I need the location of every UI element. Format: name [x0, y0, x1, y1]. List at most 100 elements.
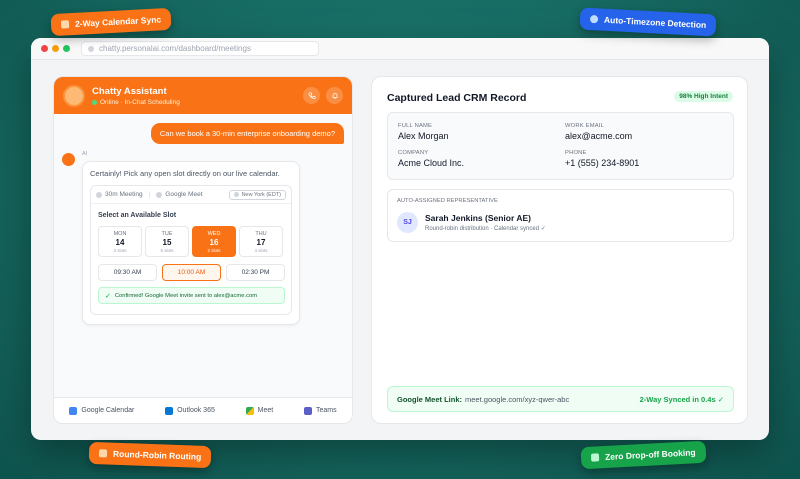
- integration-label: Outlook 365: [177, 407, 215, 414]
- call-button[interactable]: [303, 87, 320, 104]
- chat-title: Chatty Assistant: [92, 85, 167, 97]
- field-value: alex@acme.com: [565, 131, 633, 141]
- timezone-selector[interactable]: New York (EDT): [228, 189, 286, 200]
- integration-meet[interactable]: Meet: [245, 406, 274, 415]
- chat-panel: Chatty Assistant Online · In-Chat Schedu…: [53, 76, 353, 424]
- time-picker: 09:30 AM 10:00 AM 02:30 PM: [98, 264, 290, 281]
- crm-panel: Captured Lead CRM Record 98% High Intent…: [371, 76, 748, 424]
- globe-icon: [233, 192, 239, 197]
- ai-message: Certainly! Pick any open slot directly o…: [90, 169, 280, 178]
- maximize-window-icon[interactable]: [63, 45, 70, 52]
- integration-label: Meet: [257, 407, 274, 414]
- minimize-window-icon[interactable]: [52, 45, 59, 52]
- field-company: COMPANY Acme Cloud Inc.: [398, 150, 464, 168]
- field-phone: PHONE +1 (555) 234-8901: [565, 150, 639, 168]
- lock-icon: [88, 45, 94, 52]
- address-bar[interactable]: chatty.personalai.com/dashboard/meetings: [81, 41, 319, 56]
- users-icon: [98, 449, 108, 458]
- rep-label: AUTO-ASSIGNED REPRESENTATIVE: [397, 198, 498, 204]
- badge-zero-dropoff: Zero Drop-off Booking: [580, 440, 707, 470]
- field-work-email: WORK EMAIL alex@acme.com: [565, 123, 632, 141]
- address-url: chatty.personalai.com/dashboard/meetings: [99, 44, 251, 53]
- close-window-icon[interactable]: [41, 45, 48, 52]
- day-name: WED: [207, 231, 221, 237]
- field-value: Acme Cloud Inc.: [398, 158, 465, 168]
- day-option-tue[interactable]: TUE 15 5 slots: [145, 226, 189, 257]
- widget-meta: 30m Meeting | Google Meet New York (EDT): [91, 186, 291, 204]
- chat-status: Online · In-Chat Scheduling: [92, 99, 180, 106]
- google-meet-icon: [245, 406, 254, 415]
- clock-icon: [589, 14, 599, 24]
- google-calendar-icon: [69, 406, 78, 415]
- timezone-value: New York (EDT): [241, 191, 281, 198]
- integration-google-calendar[interactable]: Google Calendar: [69, 406, 135, 415]
- video-icon: [156, 191, 163, 198]
- badge-label: 2-Way Calendar Sync: [74, 14, 162, 29]
- chat-status-text: Online · In-Chat Scheduling: [100, 98, 180, 106]
- badge-label: Round-Robin Routing: [112, 448, 202, 462]
- integration-outlook[interactable]: Outlook 365: [165, 406, 215, 415]
- chat-messages: Can we book a 30-min enterprise onboardi…: [54, 114, 352, 397]
- meta-divider: |: [148, 191, 151, 198]
- meet-link-url[interactable]: meet.google.com/xyz-qwer-abc: [465, 395, 569, 404]
- day-slots: 4 slots: [254, 248, 268, 253]
- field-label: WORK EMAIL: [565, 123, 605, 129]
- meet-link-label: Google Meet Link:: [397, 394, 463, 404]
- time-option-selected[interactable]: 10:00 AM: [162, 264, 221, 281]
- assistant-avatar: [63, 84, 85, 107]
- check-icon: ✓: [105, 292, 111, 300]
- rep-name: Sarah Jenkins (Senior AE): [425, 213, 531, 223]
- intent-badge: 98% High Intent: [674, 91, 733, 102]
- field-full-name: FULL NAME Alex Morgan: [398, 123, 449, 141]
- field-value: +1 (555) 234-8901: [565, 158, 640, 168]
- day-option-wed[interactable]: WED 16 2 slots: [192, 226, 236, 257]
- day-option-thu[interactable]: THU 17 4 slots: [239, 226, 283, 257]
- ai-label: AI: [82, 151, 88, 157]
- integration-label: Google Calendar: [81, 407, 135, 414]
- sync-status: 2-Way Synced in 0.4s ✓: [639, 394, 724, 404]
- day-option-mon[interactable]: MON 14 3 slots: [98, 226, 142, 257]
- badge-round-robin: Round-Robin Routing: [88, 441, 212, 469]
- ai-message-card: Certainly! Pick any open slot directly o…: [82, 161, 300, 325]
- field-label: COMPANY: [398, 150, 429, 156]
- meeting-duration: 30m Meeting: [105, 191, 143, 198]
- user-message: Can we book a 30-min enterprise onboardi…: [150, 123, 344, 144]
- sparkle-icon: [590, 453, 600, 462]
- day-date: 15: [162, 238, 172, 247]
- rep-subtitle: Round-robin distribution · Calendar sync…: [425, 226, 546, 232]
- day-picker: MON 14 3 slots TUE 15 5 slots WED 16 2 s…: [98, 226, 286, 257]
- booking-confirmation: ✓ Confirmed! Google Meet invite sent to …: [98, 287, 285, 304]
- outlook-icon: [165, 406, 174, 415]
- browser-window: chatty.personalai.com/dashboard/meetings…: [31, 38, 769, 440]
- clock-icon: [96, 191, 102, 198]
- badge-calendar-sync: 2-Way Calendar Sync: [50, 7, 172, 37]
- browser-chrome: chatty.personalai.com/dashboard/meetings: [31, 38, 769, 60]
- day-slots: 2 slots: [207, 248, 221, 253]
- integrations-bar: Google Calendar Outlook 365 Meet Teams: [54, 397, 352, 423]
- time-option[interactable]: 09:30 AM: [98, 264, 157, 281]
- ai-avatar: [62, 153, 75, 166]
- slot-title: Select an Available Slot: [98, 212, 177, 219]
- bell-icon: [332, 92, 337, 99]
- assigned-rep: AUTO-ASSIGNED REPRESENTATIVE SJ Sarah Je…: [387, 189, 734, 242]
- badge-label: Zero Drop-off Booking: [604, 447, 696, 462]
- scheduling-widget: 30m Meeting | Google Meet New York (EDT)…: [90, 185, 292, 315]
- chat-header: Chatty Assistant Online · In-Chat Schedu…: [54, 77, 352, 114]
- day-name: MON: [113, 231, 127, 237]
- integration-teams[interactable]: Teams: [303, 406, 337, 415]
- meet-link-bar: Google Meet Link: meet.google.com/xyz-qw…: [387, 386, 734, 412]
- day-slots: 5 slots: [160, 248, 174, 253]
- day-date: 17: [256, 238, 266, 247]
- time-option[interactable]: 02:30 PM: [226, 264, 285, 281]
- lead-details: FULL NAME Alex Morgan WORK EMAIL alex@ac…: [387, 112, 734, 180]
- field-value: Alex Morgan: [398, 131, 449, 141]
- integration-label: Teams: [315, 407, 337, 414]
- online-indicator-icon: [92, 99, 97, 105]
- badge-timezone: Auto-Timezone Detection: [579, 7, 717, 37]
- meeting-platform: Google Meet: [165, 191, 203, 198]
- notifications-button[interactable]: [326, 87, 343, 104]
- rep-avatar: SJ: [397, 212, 418, 233]
- day-date: 14: [115, 238, 125, 247]
- field-label: PHONE: [565, 150, 587, 156]
- crm-title: Captured Lead CRM Record: [387, 92, 527, 104]
